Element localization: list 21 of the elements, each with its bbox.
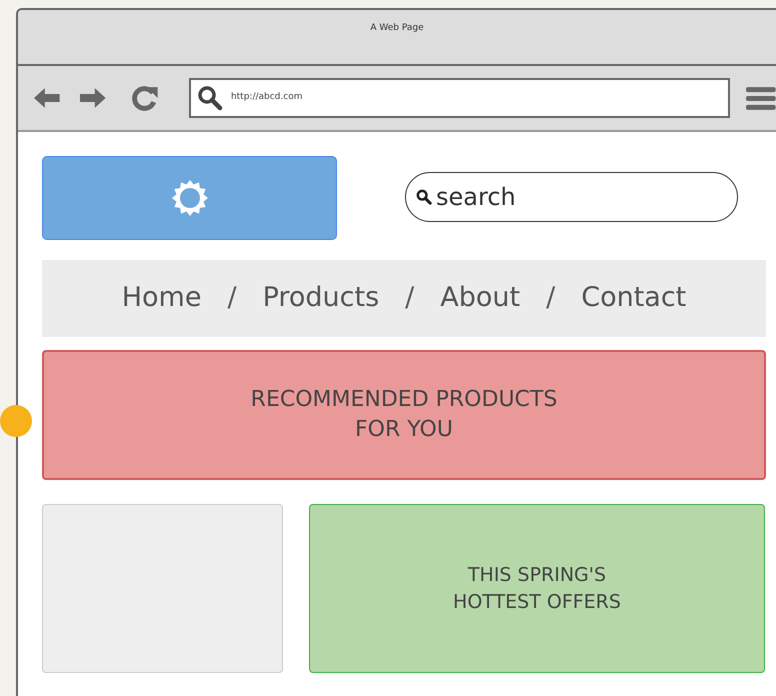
reload-icon[interactable] [131, 85, 159, 111]
nav-separator: / [546, 281, 556, 316]
annotation-dot [0, 405, 32, 437]
settings-button[interactable] [42, 156, 337, 240]
nav-link[interactable]: Contact [581, 278, 686, 319]
search-field[interactable]: search [405, 172, 738, 222]
nav-separator: / [227, 281, 237, 316]
url-field[interactable]: http://abcd.com [188, 78, 730, 118]
back-icon[interactable] [32, 86, 62, 110]
nav-link[interactable]: Home [122, 278, 202, 319]
nav-separator: / [405, 281, 414, 316]
search-icon [196, 85, 223, 111]
gear-icon [170, 178, 210, 218]
menu-icon[interactable] [746, 84, 776, 112]
search-icon [416, 189, 432, 205]
nav-link[interactable]: About [440, 278, 520, 319]
window-title: A Web Page [18, 10, 776, 66]
forward-icon[interactable] [78, 86, 108, 110]
offers-text: THIS SPRING'S HOTTEST OFFERS [453, 562, 621, 614]
nav-link[interactable]: Products [262, 278, 380, 319]
banner-text: RECOMMENDED PRODUCTS FOR YOU [250, 386, 558, 444]
